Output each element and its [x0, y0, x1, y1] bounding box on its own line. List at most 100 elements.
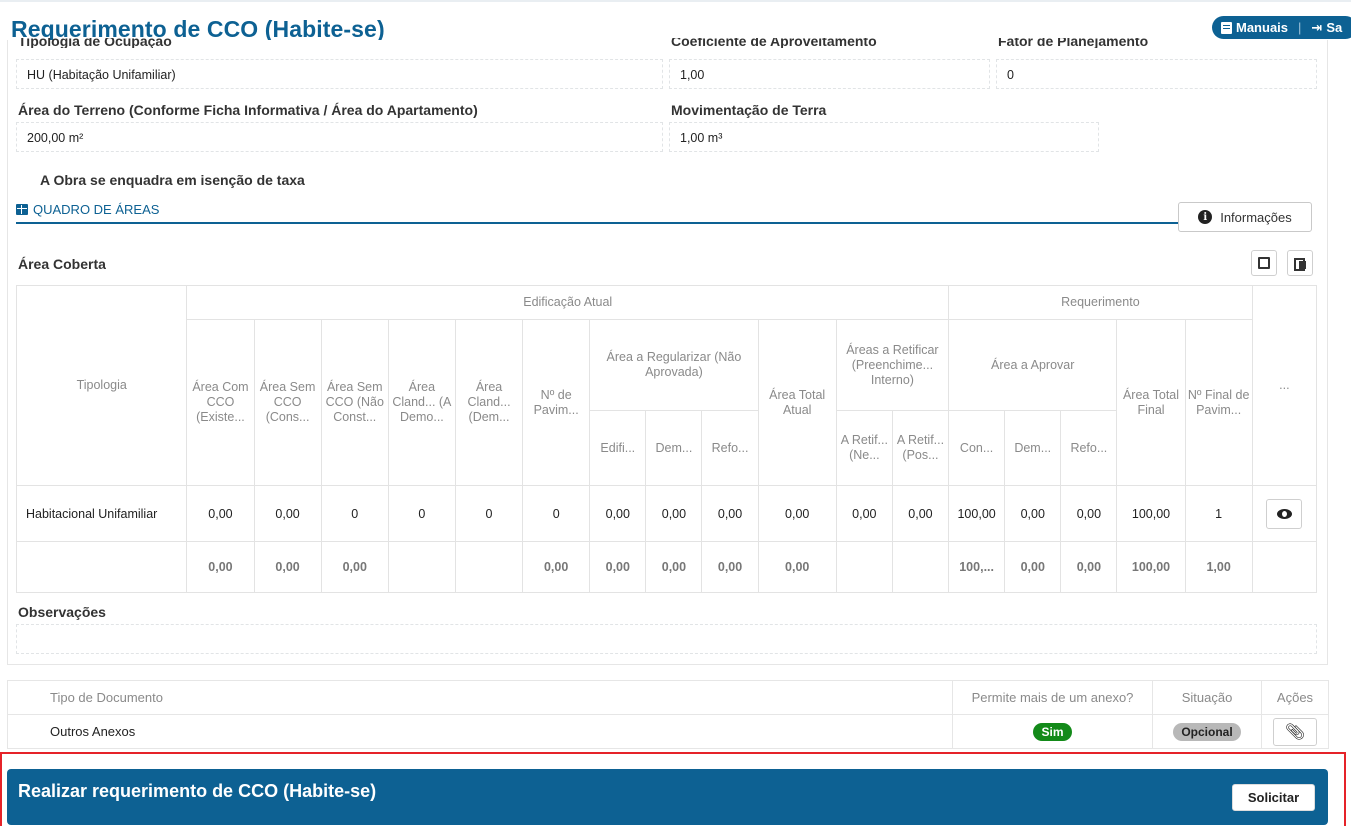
section-divider	[16, 222, 1178, 224]
cell: 0	[320, 485, 389, 542]
total-cell: 0,00	[701, 541, 759, 593]
doc-actions-cell: 📎︎	[1261, 714, 1329, 749]
export-button[interactable]	[1251, 250, 1277, 276]
areas-table: Tipologia Edificação Atual Requerimento …	[15, 285, 1318, 593]
cell: 0,00	[757, 485, 837, 542]
header-actions: Manuais | ⇥ Sa	[1212, 16, 1351, 39]
th-area-regularizar: Área a Regularizar (Não Aprovada)	[589, 319, 759, 411]
th-a-retif-pos: A Retif... (Pos...	[891, 410, 950, 486]
eye-icon	[1276, 508, 1292, 519]
total-cell: 100,...	[948, 541, 1006, 593]
fator-label: Fator de Planejamento	[998, 38, 1149, 48]
th-edifi: Edifi...	[589, 410, 647, 486]
cell: 0,00	[253, 485, 322, 542]
doc-type-cell: Outros Anexos	[7, 714, 953, 749]
area-terreno-field[interactable]: 200,00 m²	[16, 122, 663, 152]
observations-label: Observações	[18, 604, 106, 620]
total-cell: 0,00	[645, 541, 703, 593]
cell-tipologia: Habitacional Unifamiliar	[15, 485, 188, 542]
total-cell	[387, 541, 456, 593]
table-row: Outros Anexos Sim Opcional 📎︎	[7, 714, 1329, 749]
th-n-pavim: Nº de Pavim...	[522, 319, 591, 486]
fator-field[interactable]: 0	[996, 59, 1317, 89]
total-cell: 0,00	[186, 541, 255, 593]
th-area-total-final: Área Total Final	[1116, 319, 1186, 486]
th-area-com-cco: Área Com CCO (Existe...	[186, 319, 255, 486]
th-tipologia: Tipologia	[15, 285, 188, 486]
cell-empty	[15, 541, 188, 593]
movimentacao-label: Movimentação de Terra	[671, 102, 827, 118]
th-refo2: Refo...	[1060, 410, 1118, 486]
cell: 100,00	[948, 485, 1006, 542]
tipologia-label: Tipologia de Ocupação	[18, 38, 172, 48]
movimentacao-field[interactable]: 1,00 m³	[669, 122, 1099, 152]
cell: 0,00	[701, 485, 759, 542]
total-cell: 0,00	[589, 541, 647, 593]
action-title: Realizar requerimento de CCO (Habite-se)	[18, 781, 377, 801]
quadro-title: QUADRO DE ÁREAS	[33, 202, 160, 217]
cell: 0,00	[835, 485, 893, 542]
th-n-final-pavim: Nº Final de Pavim...	[1184, 319, 1253, 486]
total-cell: 0,00	[757, 541, 837, 593]
th-doc-type: Tipo de Documento	[7, 680, 953, 715]
cell: 0,00	[186, 485, 255, 542]
th-requerimento: Requerimento	[948, 285, 1253, 320]
calculator-icon	[1258, 257, 1270, 269]
doc-multiple-cell: Sim	[952, 714, 1153, 749]
th-dem: Dem...	[645, 410, 703, 486]
quadro-section-header: QUADRO DE ÁREAS	[16, 202, 159, 217]
total-cell: 0,00	[253, 541, 322, 593]
table-row: Habitacional Unifamiliar 0,00 0,00 0 0 0…	[15, 485, 1318, 542]
th-area-total-atual: Área Total Atual	[757, 319, 837, 486]
cell: 0,00	[645, 485, 703, 542]
action-bar: Realizar requerimento de CCO (Habite-se)…	[7, 769, 1328, 825]
submit-button[interactable]: Solicitar	[1232, 784, 1315, 811]
cell: 1	[1184, 485, 1253, 542]
info-button-label: Informações	[1220, 209, 1292, 225]
exit-link[interactable]: Sa	[1326, 20, 1342, 35]
cell: 100,00	[1116, 485, 1186, 542]
info-button[interactable]: i Informações	[1178, 202, 1312, 232]
th-area-sem-cco-cons: Área Sem CCO (Cons...	[253, 319, 322, 486]
th-area-aprovar: Área a Aprovar	[948, 319, 1118, 411]
manuals-link[interactable]: Manuais	[1236, 20, 1288, 35]
area-coberta-title: Área Coberta	[18, 256, 106, 272]
area-terreno-label: Área do Terreno (Conforme Ficha Informat…	[18, 102, 478, 118]
cell: 0,00	[1060, 485, 1118, 542]
tipologia-field[interactable]: HU (Habitação Unifamiliar)	[16, 59, 663, 89]
cell-actions	[1251, 485, 1318, 542]
total-cell: 0,00	[320, 541, 389, 593]
view-button[interactable]	[1266, 498, 1303, 529]
total-cell: 0,00	[522, 541, 591, 593]
total-cell	[835, 541, 893, 593]
table-icon	[16, 204, 28, 215]
yes-badge: Sim	[1033, 722, 1072, 741]
coeficiente-field[interactable]: 1,00	[669, 59, 990, 89]
total-cell: 1,00	[1184, 541, 1253, 593]
total-cell: 0,00	[1004, 541, 1062, 593]
th-area-cland-a: Área Cland... (A Demo...	[387, 319, 456, 486]
th-refo: Refo...	[701, 410, 759, 486]
attach-button[interactable]: 📎︎	[1273, 717, 1317, 746]
th-a-retif-ne: A Retif... (Ne...	[835, 410, 893, 486]
total-cell: 0,00	[1060, 541, 1118, 593]
cell: 0,00	[589, 485, 647, 542]
copy-button[interactable]	[1287, 250, 1313, 276]
th-area-sem-cco-nao: Área Sem CCO (Não Const...	[320, 319, 389, 486]
cell: 0	[387, 485, 456, 542]
coeficiente-label: Coeficiente de Aproveitamento	[671, 38, 877, 48]
th-more: ...	[1251, 285, 1318, 486]
total-cell: 100,00	[1116, 541, 1186, 593]
th-area-cland-dem: Área Cland... (Dem...	[454, 319, 524, 486]
th-doc-multiple: Permite mais de um anexo?	[952, 680, 1153, 715]
total-cell	[454, 541, 524, 593]
th-dem2: Dem...	[1004, 410, 1062, 486]
th-con: Con...	[948, 410, 1006, 486]
copy-icon	[1294, 257, 1306, 271]
exempt-notice: A Obra se enquadra em isenção de taxa	[40, 172, 305, 188]
cell: 0	[522, 485, 591, 542]
th-doc-actions: Ações	[1261, 680, 1329, 715]
observations-field[interactable]	[16, 624, 1317, 654]
documents-table: Tipo de Documento Permite mais de um ane…	[7, 680, 1329, 749]
paperclip-icon: 📎︎	[1284, 723, 1306, 741]
